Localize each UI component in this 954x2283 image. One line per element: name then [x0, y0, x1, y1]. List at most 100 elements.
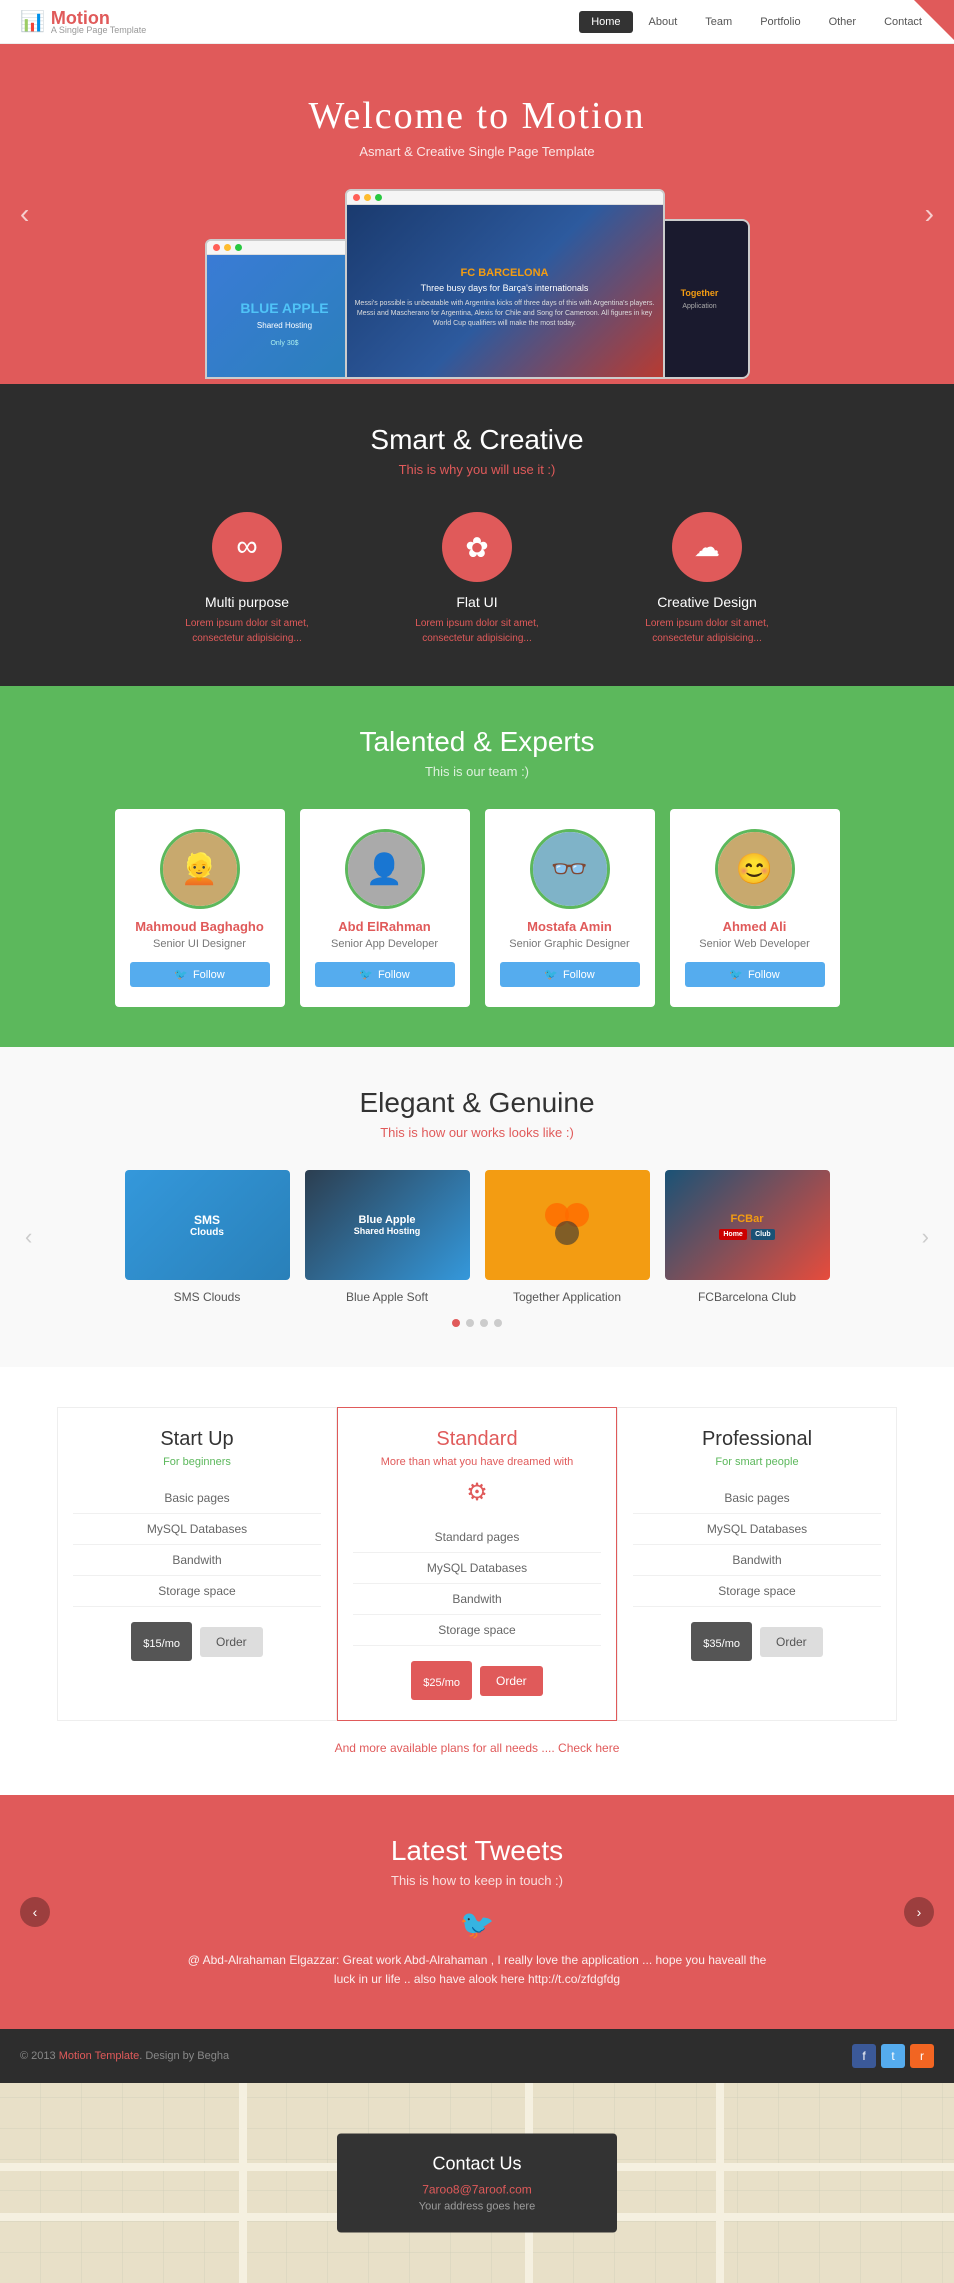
- screen-phone: Together Application: [650, 219, 750, 379]
- team-title: Talented & Experts: [20, 726, 934, 758]
- navbar: 📊 Motion A Single Page Template Home Abo…: [0, 0, 954, 44]
- tweet-prev-arrow[interactable]: ‹: [20, 1897, 50, 1927]
- team-name-2: Mostafa Amin: [500, 919, 640, 934]
- portfolio-name-3: FCBarcelona Club: [665, 1290, 830, 1304]
- feature-creative-title: Creative Design: [632, 594, 782, 610]
- portfolio-item-1: Blue Apple Shared Hosting Blue Apple Sof…: [305, 1170, 470, 1304]
- footer-text: © 2013 Motion Template. Design by Begha: [20, 2050, 229, 2062]
- nav-home[interactable]: Home: [579, 11, 632, 33]
- standard-price: $25/mo: [411, 1661, 472, 1700]
- feature-item: MySQL Databases: [353, 1553, 601, 1584]
- follow-btn-3[interactable]: 🐦 Follow: [685, 962, 825, 987]
- contact-title: Contact Us: [397, 2154, 557, 2175]
- gear-icon: ⚙: [353, 1478, 601, 1507]
- smart-section: Smart & Creative This is why you will us…: [0, 384, 954, 686]
- tweet-next-arrow[interactable]: ›: [904, 1897, 934, 1927]
- follow-btn-0[interactable]: 🐦 Follow: [130, 962, 270, 987]
- more-plans-text: And more available plans for all needs .…: [30, 1741, 924, 1755]
- portfolio-thumb-0: SMS Clouds: [125, 1170, 290, 1280]
- portfolio-prev-arrow[interactable]: ‹: [25, 1224, 32, 1250]
- smart-title: Smart & Creative: [20, 424, 934, 456]
- feature-multipurpose-desc: Lorem ipsum dolor sit amet, consectetur …: [172, 616, 322, 646]
- pricing-col-pro: Professional For smart people Basic page…: [617, 1407, 897, 1721]
- portfolio-item-3: FCBar Home Club FCBarcelona Club: [665, 1170, 830, 1304]
- portfolio-dots: [20, 1319, 934, 1327]
- team-avatar-2: 👓: [530, 829, 610, 909]
- pricing-standard-features: Standard pages MySQL Databases Bandwith …: [353, 1522, 601, 1646]
- flatui-icon: ✿: [442, 512, 512, 582]
- portfolio-name-2: Together Application: [485, 1290, 650, 1304]
- pdot-2[interactable]: [480, 1319, 488, 1327]
- follow-btn-2[interactable]: 🐦 Follow: [500, 962, 640, 987]
- screen-left-content: BLUE APPLE Shared Hosting Only 30$: [207, 255, 363, 379]
- feature-item: Bandwith: [353, 1584, 601, 1615]
- pricing-section: Start Up For beginners Basic pages MySQL…: [0, 1367, 954, 1795]
- feature-item: Storage space: [633, 1576, 881, 1607]
- nav-portfolio[interactable]: Portfolio: [748, 11, 812, 33]
- nav-logo: 📊 Motion A Single Page Template: [20, 8, 146, 35]
- infinity-icon: ∞: [212, 512, 282, 582]
- footer-social: f t r: [852, 2044, 934, 2068]
- team-role-3: Senior Web Developer: [685, 938, 825, 950]
- hero-section: ‹ Welcome to Motion Asmart & Creative Si…: [0, 44, 954, 384]
- pricing-startup-bottom: $15/mo Order: [73, 1622, 321, 1661]
- portfolio-title: Elegant & Genuine: [20, 1087, 934, 1119]
- feature-creative-desc: Lorem ipsum dolor sit amet, consectetur …: [632, 616, 782, 646]
- pdot-0[interactable]: [452, 1319, 460, 1327]
- hero-next-arrow[interactable]: ›: [925, 198, 934, 230]
- portfolio-row: ‹ SMS Clouds SMS Clouds Blue Apple Share…: [20, 1170, 934, 1304]
- nav-other[interactable]: Other: [817, 11, 869, 33]
- tweets-subtitle: This is how to keep in touch :): [20, 1873, 934, 1888]
- nav-team[interactable]: Team: [693, 11, 744, 33]
- facebook-btn[interactable]: f: [852, 2044, 876, 2068]
- feature-item: Bandwith: [633, 1545, 881, 1576]
- tweets-section: ‹ Latest Tweets This is how to keep in t…: [0, 1795, 954, 2029]
- pricing-pro-features: Basic pages MySQL Databases Bandwith Sto…: [633, 1483, 881, 1607]
- startup-order-btn[interactable]: Order: [200, 1627, 263, 1657]
- twitter-bird-icon: 🐦: [20, 1908, 934, 1941]
- pro-order-btn[interactable]: Order: [760, 1627, 823, 1657]
- footer-link[interactable]: Motion Template: [59, 2050, 140, 2062]
- pdot-1[interactable]: [466, 1319, 474, 1327]
- team-avatar-0: 👱: [160, 829, 240, 909]
- feature-item: Basic pages: [633, 1483, 881, 1514]
- hero-title: Welcome to Motion: [20, 94, 934, 138]
- team-role-1: Senior App Developer: [315, 938, 455, 950]
- contact-email: 7aroo8@7aroof.com: [397, 2183, 557, 2197]
- portfolio-subtitle: This is how our works looks like :): [20, 1125, 934, 1140]
- twitter-btn[interactable]: t: [881, 2044, 905, 2068]
- team-name-0: Mahmoud Baghagho: [130, 919, 270, 934]
- pricing-row: Start Up For beginners Basic pages MySQL…: [30, 1407, 924, 1721]
- nav-about[interactable]: About: [637, 11, 690, 33]
- pricing-startup-features: Basic pages MySQL Databases Bandwith Sto…: [73, 1483, 321, 1607]
- hero-subtitle: Asmart & Creative Single Page Template: [20, 144, 934, 159]
- feature-item: Standard pages: [353, 1522, 601, 1553]
- team-avatar-3: 😊: [715, 829, 795, 909]
- corner-decoration: [914, 0, 954, 40]
- twitter-icon-0: 🐦: [174, 968, 188, 981]
- pricing-standard-title: Standard: [353, 1428, 601, 1451]
- portfolio-item-0: SMS Clouds SMS Clouds: [125, 1170, 290, 1304]
- smart-subtitle: This is why you will use it :): [20, 462, 934, 477]
- pricing-pro-subtitle: For smart people: [633, 1456, 881, 1468]
- team-subtitle: This is our team :): [20, 764, 934, 779]
- map-road-v3: [716, 2083, 724, 2283]
- screen-main-content: FC BARCELONA Three busy days for Barça's…: [347, 205, 663, 379]
- follow-btn-1[interactable]: 🐦 Follow: [315, 962, 455, 987]
- portfolio-name-0: SMS Clouds: [125, 1290, 290, 1304]
- rss-btn[interactable]: r: [910, 2044, 934, 2068]
- pricing-col-startup: Start Up For beginners Basic pages MySQL…: [57, 1407, 337, 1721]
- screen-left: BLUE APPLE Shared Hosting Only 30$: [205, 239, 365, 379]
- standard-order-btn[interactable]: Order: [480, 1666, 543, 1696]
- pdot-3[interactable]: [494, 1319, 502, 1327]
- map-road-v1: [239, 2083, 247, 2283]
- pricing-standard-bottom: $25/mo Order: [353, 1661, 601, 1700]
- team-card-1: 👤 Abd ElRahman Senior App Developer 🐦 Fo…: [300, 809, 470, 1007]
- nav-links: Home About Team Portfolio Other Contact: [579, 11, 934, 33]
- portfolio-next-arrow[interactable]: ›: [922, 1224, 929, 1250]
- pricing-startup-subtitle: For beginners: [73, 1456, 321, 1468]
- pricing-startup-title: Start Up: [73, 1428, 321, 1451]
- portfolio-thumb-1: Blue Apple Shared Hosting: [305, 1170, 470, 1280]
- contact-address: Your address goes here: [397, 2201, 557, 2213]
- feature-flatui-desc: Lorem ipsum dolor sit amet, consectetur …: [402, 616, 552, 646]
